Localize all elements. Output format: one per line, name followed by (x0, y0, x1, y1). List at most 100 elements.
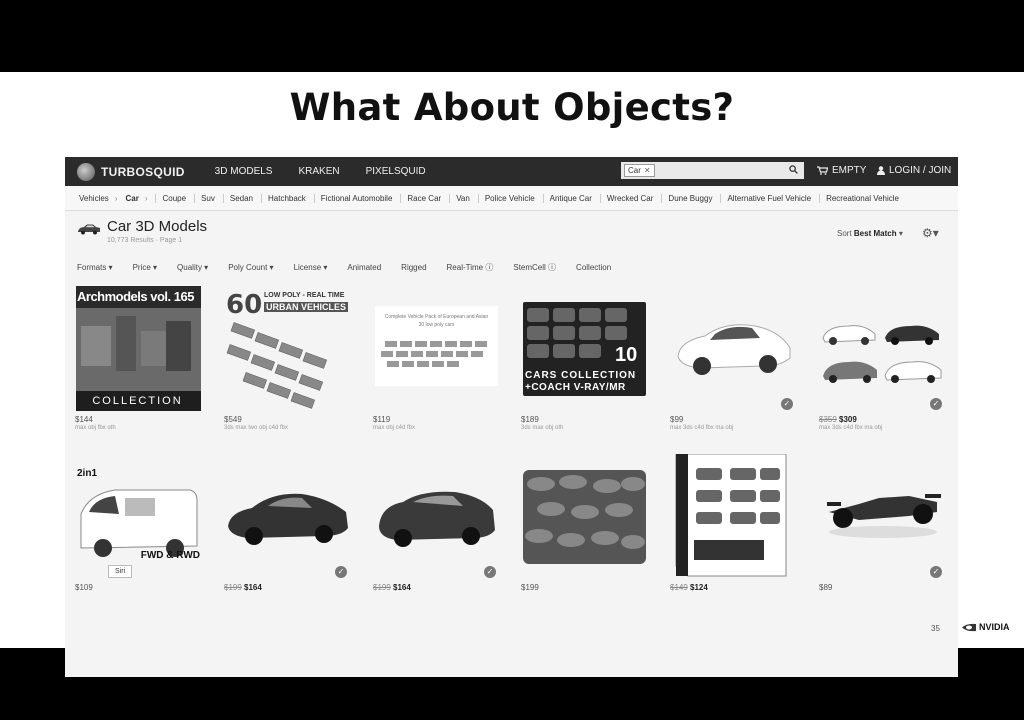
filter-animated[interactable]: Animated (347, 263, 381, 272)
filter-license[interactable]: License ▾ (294, 263, 328, 272)
product-card[interactable]: 2in1 FWD & RWD $109 (75, 454, 202, 592)
price-value: $109 (75, 583, 93, 592)
category-race-car[interactable]: Race Car (400, 193, 447, 203)
nvidia-logo-icon (962, 623, 976, 631)
product-thumbnail[interactable]: 60 LOW POLY - REAL TIME URBAN VEHICLES (224, 286, 351, 411)
product-thumbnail[interactable]: ✓ (819, 286, 946, 411)
price-value: $164 (244, 583, 262, 592)
product-thumbnail[interactable]: 10 CARS COLLECTION +COACH V-RAY/MR (521, 286, 648, 411)
product-image (373, 454, 500, 579)
old-price: $359 (819, 415, 837, 424)
product-price: $144 (75, 415, 202, 424)
product-card[interactable]: $149 $124 (670, 454, 797, 592)
product-price: $149 $124 (670, 583, 797, 592)
nav-kraken[interactable]: KRAKEN (298, 166, 339, 177)
gear-icon[interactable]: ⚙▾ (922, 226, 939, 240)
close-icon[interactable]: ✕ (644, 166, 651, 175)
search-icon[interactable] (789, 165, 798, 174)
product-image (670, 286, 797, 411)
product-thumbnail[interactable]: ✓ (670, 286, 797, 411)
product-price: $89 (819, 583, 946, 592)
category-recreational-vehicle[interactable]: Recreational Vehicle (819, 193, 905, 203)
product-formats: 3ds max lwo obj c4d fbx (224, 425, 289, 431)
product-formats: max 3ds c4d fbx ma obj (670, 425, 734, 431)
price-value: $309 (839, 415, 857, 424)
product-card[interactable]: Complete Vehicle Pack of European and As… (373, 286, 500, 431)
cart-button[interactable]: EMPTY (817, 165, 866, 176)
category-dune-buggy[interactable]: Dune Buggy (661, 193, 718, 203)
breadcrumb-vehicles[interactable]: Vehicles (79, 194, 109, 203)
nav-pixelsquid[interactable]: PIXELSQUID (366, 166, 426, 177)
nav-3d-models[interactable]: 3D MODELS (215, 166, 273, 177)
cart-icon (817, 166, 828, 175)
product-thumbnail[interactable]: ✓ (373, 454, 500, 579)
product-card[interactable]: ✓ $199 $164 (373, 454, 500, 592)
search-chip-label: Car (628, 166, 641, 175)
product-thumbnail[interactable]: ✓ (224, 454, 351, 579)
category-van[interactable]: Van (449, 193, 476, 203)
product-price: $199 $164 (373, 583, 500, 592)
category-wrecked-car[interactable]: Wrecked Car (599, 193, 660, 203)
filter-rigged[interactable]: Rigged (401, 263, 426, 272)
category-coupe[interactable]: Coupe (155, 193, 192, 203)
thumb-subtitle: 30 low poly cars (418, 322, 455, 328)
filter-stemcell[interactable]: StemCell ⓘ (513, 262, 556, 273)
filter-formats[interactable]: Formats ▾ (77, 263, 113, 272)
login-button[interactable]: LOGIN / JOIN (877, 165, 951, 176)
category-police-vehicle[interactable]: Police Vehicle (477, 193, 541, 203)
breadcrumb-car[interactable]: Car (125, 194, 138, 203)
chevron-right-icon: › (114, 193, 118, 203)
product-thumbnail[interactable] (521, 454, 648, 579)
product-card[interactable]: 10 CARS COLLECTION +COACH V-RAY/MR $189 … (521, 286, 648, 431)
product-card[interactable]: ✓ $199 $164 (224, 454, 351, 592)
price-value: $89 (819, 583, 833, 592)
category-fictional-automobile[interactable]: Fictional Automobile (313, 193, 399, 203)
check-icon: ✓ (484, 566, 496, 578)
product-thumbnail[interactable]: Archmodels vol. 165 COLLECTION (75, 286, 202, 411)
category-suv[interactable]: Suv (194, 193, 221, 203)
product-price: $109 (75, 583, 202, 592)
product-formats: max obj fbx oth (75, 425, 116, 431)
product-thumbnail[interactable]: 2in1 FWD & RWD (75, 454, 202, 579)
price-value: $199 (521, 583, 539, 592)
product-card[interactable]: ✓ $89 (819, 454, 946, 592)
category-antique-car[interactable]: Antique Car (542, 193, 598, 203)
product-card[interactable]: ✓ $99 max 3ds c4d fbx ma obj (670, 286, 797, 431)
results-count: 10,773 Results · Page 1 (107, 237, 183, 244)
product-card[interactable]: $199 (521, 454, 648, 592)
product-formats: 3ds max obj oth (521, 425, 564, 431)
check-icon: ✓ (930, 398, 942, 410)
filter-real-time[interactable]: Real-Time ⓘ (447, 262, 494, 273)
category-hatchback[interactable]: Hatchback (261, 193, 312, 203)
turbosquid-screenshot: TURBOSQUID 3D MODELS KRAKEN PIXELSQUID C… (65, 157, 958, 677)
old-price: $199 (373, 583, 391, 592)
sort-dropdown[interactable]: Sort Best Match ▾ (837, 229, 903, 238)
search-chip[interactable]: Car ✕ (624, 164, 655, 177)
filter-poly-count[interactable]: Poly Count ▾ (228, 263, 273, 272)
thumb-subtitle: CARS COLLECTION (525, 370, 637, 381)
check-icon: ✓ (930, 566, 942, 578)
siri-tooltip: Siri (108, 565, 133, 578)
product-thumbnail[interactable] (670, 454, 797, 579)
user-icon (877, 166, 885, 175)
product-price: $99 (670, 415, 797, 424)
brand-name: TURBOSQUID (101, 164, 185, 179)
price-value: $124 (690, 583, 708, 592)
product-thumbnail[interactable]: Complete Vehicle Pack of European and As… (373, 286, 500, 411)
old-price: $149 (670, 583, 688, 592)
filter-collection[interactable]: Collection (576, 263, 611, 272)
product-card[interactable]: 60 LOW POLY - REAL TIME URBAN VEHICLES $… (224, 286, 351, 431)
thumb-title: Complete Vehicle Pack of European and As… (384, 314, 489, 320)
chevron-down-icon: ▾ (898, 229, 903, 238)
product-image (373, 286, 500, 411)
filter-price[interactable]: Price ▾ (133, 263, 157, 272)
category-alternative-fuel-vehicle[interactable]: Alternative Fuel Vehicle (720, 193, 817, 203)
search-input[interactable]: Car ✕ (621, 162, 804, 179)
product-thumbnail[interactable]: ✓ (819, 454, 946, 579)
product-image (76, 286, 201, 411)
product-card[interactable]: Archmodels vol. 165 COLLECTION $144 max … (75, 286, 202, 431)
filter-quality[interactable]: Quality ▾ (177, 263, 208, 272)
product-card[interactable]: ✓ $359 $309 max 3ds c4d fbx ma obj (819, 286, 946, 431)
brand-logo[interactable]: TURBOSQUID (77, 162, 185, 181)
category-sedan[interactable]: Sedan (222, 193, 259, 203)
